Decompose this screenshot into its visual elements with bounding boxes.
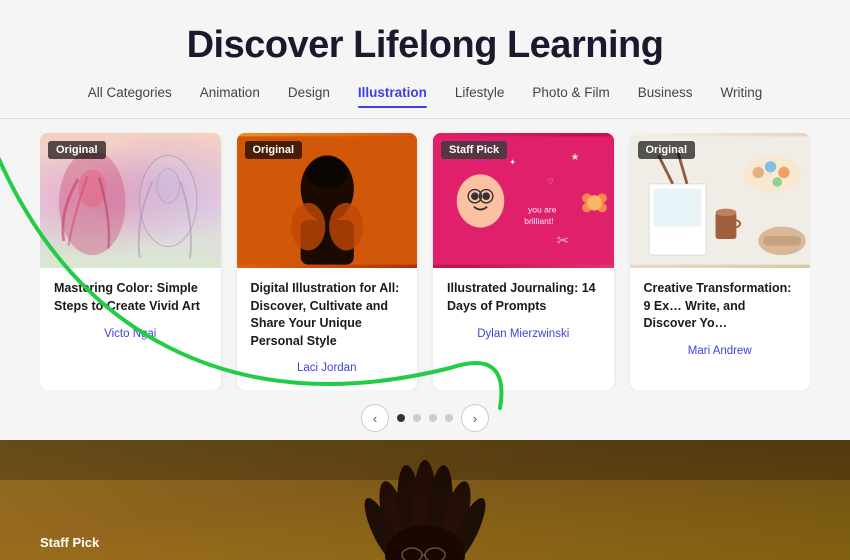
- card-3-badge: Staff Pick: [441, 141, 507, 159]
- bottom-background-svg: [0, 440, 850, 560]
- card-3-author[interactable]: Dylan Mierzwinski: [447, 324, 600, 348]
- card-4-image: Original: [630, 133, 811, 268]
- svg-text:★: ★: [571, 152, 580, 163]
- header: Discover Lifelong Learning All Categorie…: [0, 0, 850, 119]
- bottom-staff-pick-label: Staff Pick: [40, 535, 99, 550]
- nav-item-all-categories[interactable]: All Categories: [88, 85, 172, 108]
- nav-item-lifestyle[interactable]: Lifestyle: [455, 85, 505, 108]
- nav-item-animation[interactable]: Animation: [200, 85, 260, 108]
- nav-item-photo-film[interactable]: Photo & Film: [532, 85, 609, 108]
- bottom-section: Staff Pick: [0, 440, 850, 560]
- next-button[interactable]: ›: [461, 404, 489, 432]
- category-nav: All Categories Animation Design Illustra…: [0, 85, 850, 118]
- card-2-body: Digital Illustration for All: Discover, …: [237, 268, 418, 390]
- nav-item-writing[interactable]: Writing: [720, 85, 762, 108]
- card-4-badge: Original: [638, 141, 696, 159]
- card-2[interactable]: Original Digital Illustration for All: D…: [237, 133, 418, 390]
- card-2-title: Digital Illustration for All: Discover, …: [251, 280, 404, 350]
- page-wrapper: Discover Lifelong Learning All Categorie…: [0, 0, 850, 560]
- prev-button[interactable]: ‹: [361, 404, 389, 432]
- page-dot-2[interactable]: [413, 414, 421, 422]
- card-1[interactable]: Original Mastering Color: Simple Steps t…: [40, 133, 221, 390]
- card-4-author[interactable]: Mari Andrew: [644, 341, 797, 365]
- page-dot-1[interactable]: [397, 414, 405, 422]
- page-title: Discover Lifelong Learning: [0, 24, 850, 67]
- card-1-image: Original: [40, 133, 221, 268]
- card-4-title: Creative Transformation: 9 Ex… Write, an…: [644, 280, 797, 333]
- card-4-body: Creative Transformation: 9 Ex… Write, an…: [630, 268, 811, 373]
- card-2-image: Original: [237, 133, 418, 268]
- card-4[interactable]: Original Creative Transformation: 9 Ex… …: [630, 133, 811, 390]
- card-1-title: Mastering Color: Simple Steps to Create …: [54, 280, 207, 316]
- card-2-author[interactable]: Laci Jordan: [251, 358, 404, 382]
- svg-text:you are: you are: [528, 204, 557, 214]
- card-3[interactable]: ✦ ♡ ★ you are brilliant! ✂: [433, 133, 614, 390]
- svg-text:brilliant!: brilliant!: [524, 216, 553, 226]
- pagination: ‹ ›: [40, 390, 810, 440]
- card-3-title: Illustrated Journaling: 14 Days of Promp…: [447, 280, 600, 316]
- card-2-badge: Original: [245, 141, 303, 159]
- cards-section: Original Mastering Color: Simple Steps t…: [0, 119, 850, 440]
- nav-item-illustration[interactable]: Illustration: [358, 85, 427, 108]
- card-1-body: Mastering Color: Simple Steps to Create …: [40, 268, 221, 356]
- card-3-body: Illustrated Journaling: 14 Days of Promp…: [433, 268, 614, 356]
- card-1-badge: Original: [48, 141, 106, 159]
- card-3-image: ✦ ♡ ★ you are brilliant! ✂: [433, 133, 614, 268]
- svg-text:✦: ✦: [509, 157, 517, 167]
- nav-item-business[interactable]: Business: [638, 85, 693, 108]
- page-dot-4[interactable]: [445, 414, 453, 422]
- svg-text:✂: ✂: [557, 233, 570, 250]
- nav-item-design[interactable]: Design: [288, 85, 330, 108]
- cards-row: Original Mastering Color: Simple Steps t…: [40, 133, 810, 390]
- svg-text:♡: ♡: [547, 177, 554, 186]
- card-1-author[interactable]: Victo Ngai: [54, 324, 207, 348]
- page-dot-3[interactable]: [429, 414, 437, 422]
